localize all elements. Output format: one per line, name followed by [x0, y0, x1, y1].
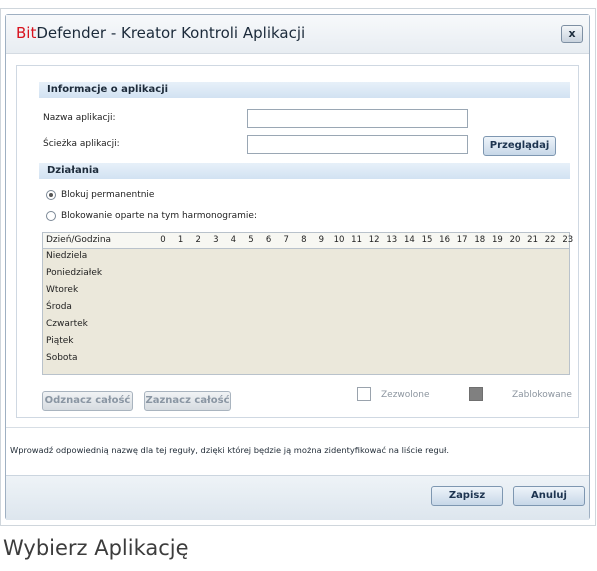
hour-label: 6 — [265, 235, 272, 245]
hint-area: Wprowadź odpowiednią nazwę dla tej reguł… — [6, 427, 589, 472]
schedule-corner-label: Dzień/Godzina — [46, 235, 112, 245]
hour-label: 14 — [403, 235, 415, 245]
deselect-all-button[interactable]: Odznacz całość — [42, 391, 133, 411]
hour-label: 2 — [195, 235, 201, 245]
hint-text: Wprowadź odpowiednią nazwę dla tej reguł… — [10, 445, 450, 455]
day-row-label: Poniedziałek — [46, 268, 103, 278]
app-name-label: Nazwa aplikacji: — [43, 113, 116, 123]
hour-label: 5 — [248, 235, 254, 245]
close-button[interactable]: x — [561, 25, 583, 43]
hour-label: 8 — [301, 235, 307, 245]
close-icon: x — [568, 27, 576, 40]
day-row-label: Środa — [46, 302, 72, 312]
block-schedule-radio[interactable] — [46, 211, 56, 221]
day-row-label: Wtorek — [46, 285, 79, 295]
hour-label: 16 — [439, 235, 450, 245]
hour-label: 17 — [456, 235, 468, 245]
hour-label: 3 — [213, 235, 219, 245]
day-row-label: Czwartek — [46, 319, 88, 329]
day-row-label: Sobota — [46, 353, 78, 363]
hour-label: 23 — [562, 235, 574, 245]
browse-button[interactable]: Przeglądaj — [483, 136, 556, 156]
hour-label: 0 — [160, 235, 166, 245]
blocked-legend-swatch — [469, 387, 483, 401]
hour-label: 7 — [283, 235, 289, 245]
schedule-header-row: Dzień/Godzina 0 1 2 3 4 5 6 7 8 9 10 11 12 13 14 15 16 17… — [43, 233, 573, 249]
cancel-button[interactable]: Anuluj — [513, 486, 585, 506]
block-schedule-label: Blokowanie oparte na tym harmonogramie: — [61, 211, 257, 221]
schedule-grid[interactable]: Dzień/Godzina 0 1 2 3 4 5 6 7 8 9 10 11 12 13 14 15 16 17… — [42, 232, 573, 375]
app-name-input[interactable] — [247, 109, 468, 128]
hour-label: 12 — [368, 235, 380, 245]
block-permanent-radio[interactable] — [46, 190, 56, 200]
dialog-footer: Zapisz Anuluj — [6, 475, 589, 520]
hour-label: 1 — [177, 235, 184, 245]
brand-prefix: Bit — [16, 24, 37, 42]
app-path-input[interactable] — [247, 135, 468, 154]
window-title: BitDefender - Kreator Kontroli Aplikacji — [16, 24, 305, 42]
hour-label: 9 — [318, 235, 325, 245]
day-row-label: Piątek — [46, 336, 74, 346]
hour-label: 19 — [491, 235, 503, 245]
hour-label: 10 — [333, 235, 345, 245]
day-row-label: Niedziela — [46, 251, 88, 261]
allowed-legend-label: Zezwolone — [381, 390, 430, 400]
allowed-legend-swatch — [357, 387, 371, 401]
save-button[interactable]: Zapisz — [431, 486, 503, 506]
application-rule-wizard-dialog: BitDefender - Kreator Kontroli Aplikacji… — [5, 14, 590, 520]
radio-selected-dot — [49, 193, 53, 197]
blocked-legend-label: Zablokowane — [512, 390, 572, 400]
block-permanent-label: Blokuj permanentnie — [61, 190, 155, 200]
page-caption: Wybierz Aplikację — [3, 536, 189, 560]
hour-label: 11 — [351, 235, 362, 245]
app-path-label: Ścieżka aplikacji: — [43, 139, 120, 149]
hour-label: 13 — [386, 235, 398, 245]
hour-label: 22 — [544, 235, 556, 245]
hour-label: 4 — [230, 235, 237, 245]
hour-label: 15 — [421, 235, 433, 245]
title-text: Defender - Kreator Kontroli Aplikacji — [36, 24, 306, 42]
app-info-section-header: Informacje o aplikacji — [39, 82, 570, 98]
hour-label: 20 — [509, 235, 521, 245]
select-all-button[interactable]: Zaznacz całość — [144, 391, 231, 411]
hour-label: 18 — [474, 235, 486, 245]
hour-label: 21 — [527, 235, 538, 245]
title-bar: BitDefender - Kreator Kontroli Aplikacji… — [6, 15, 589, 54]
actions-section-header: Działania — [39, 163, 570, 179]
